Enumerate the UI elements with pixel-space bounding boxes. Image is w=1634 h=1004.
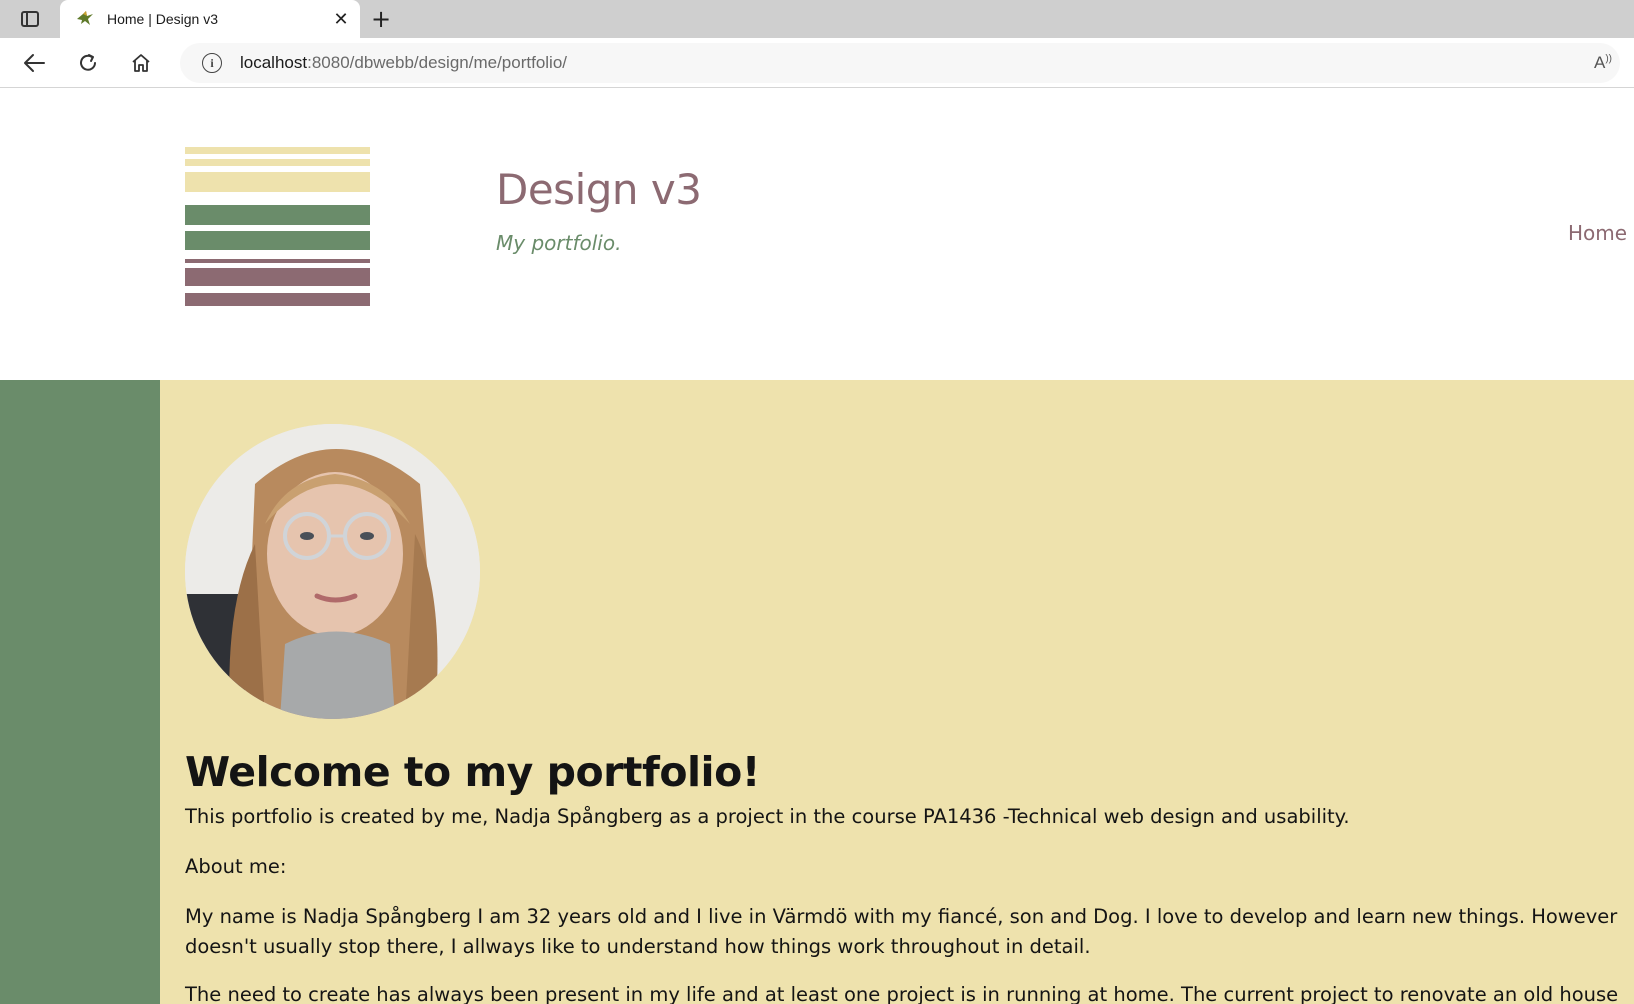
home-icon[interactable] — [123, 46, 159, 80]
nav-link-home[interactable]: Home — [1568, 221, 1627, 245]
site-header: Design v3 My portfolio. Home — [0, 89, 1634, 380]
tab-actions-button[interactable] — [12, 8, 48, 30]
about-label: About me: — [185, 855, 287, 878]
back-icon[interactable] — [16, 46, 52, 80]
browser-tab-strip: Home | Design v3 ✕ + — [0, 0, 1634, 38]
sidebar — [0, 380, 160, 1004]
address-bar[interactable]: i localhost:8080/dbwebb/design/me/portfo… — [180, 43, 1620, 83]
bird-favicon-icon — [75, 10, 93, 28]
about-paragraph-line-1: My name is Nadja Spångberg I am 32 years… — [185, 905, 1618, 928]
browser-tab[interactable]: Home | Design v3 ✕ — [60, 0, 360, 38]
site-title[interactable]: Design v3 — [496, 165, 702, 214]
web-page: Design v3 My portfolio. Home Welcome to … — [0, 89, 1634, 1004]
new-tab-icon[interactable]: + — [366, 4, 396, 34]
profile-photo — [185, 424, 480, 719]
page-heading: Welcome to my portfolio! — [185, 748, 760, 796]
site-logo[interactable] — [185, 147, 370, 311]
refresh-icon[interactable] — [70, 46, 106, 80]
about-paragraph-line-2: doesn't usually stop there, I allways li… — [185, 935, 1091, 958]
site-slogan: My portfolio. — [496, 231, 622, 255]
tab-title: Home | Design v3 — [107, 11, 219, 27]
close-tab-icon[interactable]: ✕ — [326, 4, 356, 34]
main-content: Welcome to my portfolio! This portfolio … — [160, 380, 1634, 1004]
intro-paragraph: This portfolio is created by me, Nadja S… — [185, 805, 1350, 828]
browser-toolbar: i localhost:8080/dbwebb/design/me/portfo… — [0, 38, 1634, 88]
project-paragraph: The need to create has always been prese… — [185, 983, 1619, 1004]
url-text[interactable]: localhost:8080/dbwebb/design/me/portfoli… — [240, 53, 567, 73]
read-aloud-icon[interactable]: A)) — [1594, 53, 1612, 73]
window-icon — [21, 11, 39, 27]
site-info-icon[interactable]: i — [202, 53, 222, 73]
